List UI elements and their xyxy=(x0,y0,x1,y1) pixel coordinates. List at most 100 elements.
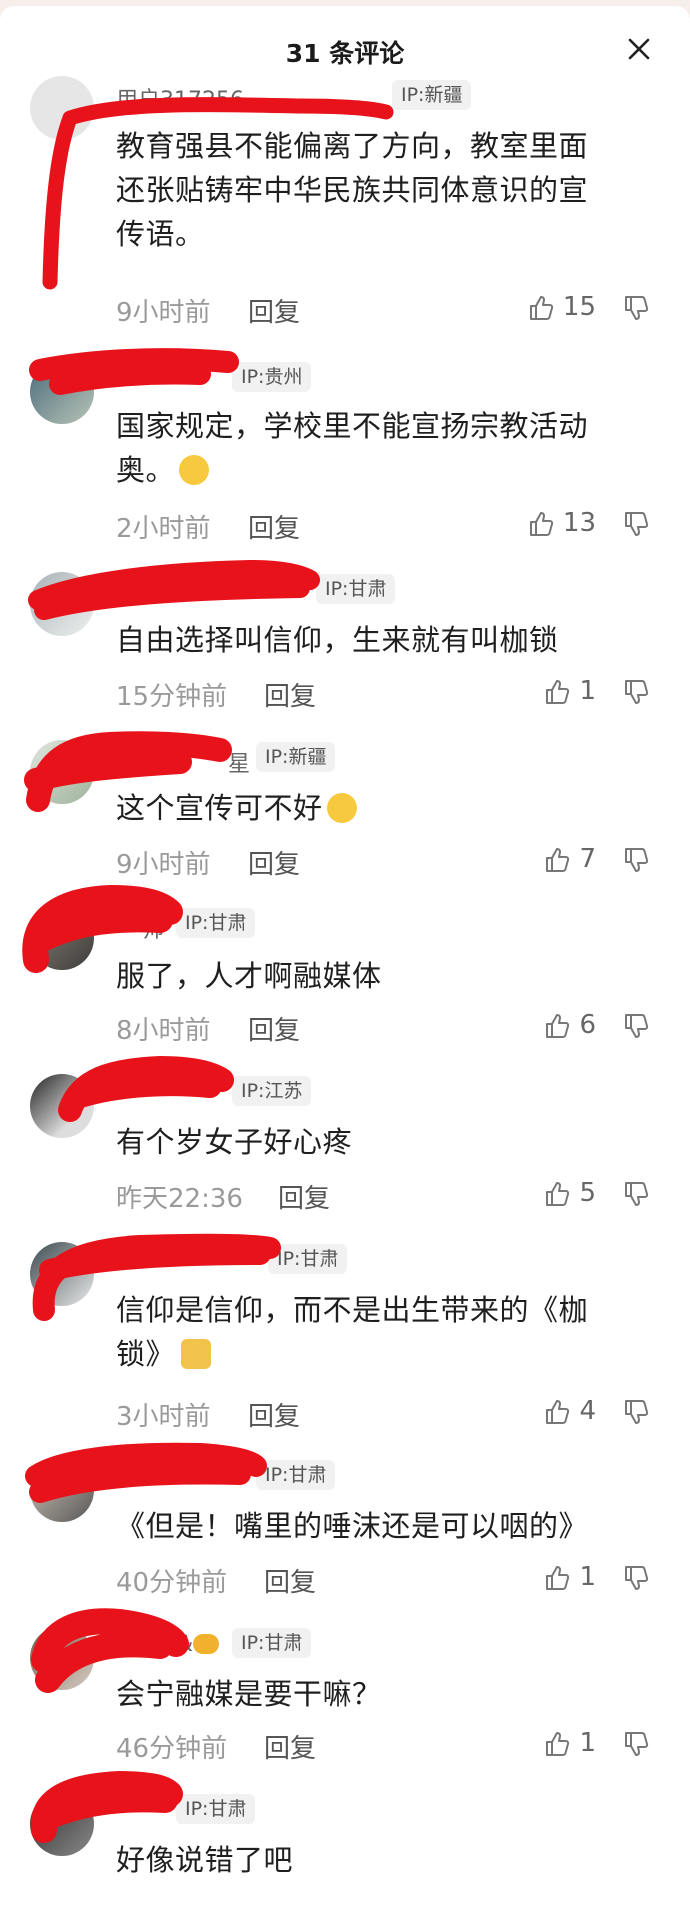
like-count: 1 xyxy=(579,1562,596,1592)
comment-time: 9小时前 xyxy=(116,850,211,880)
comment-username[interactable]: & xyxy=(176,1632,220,1660)
comment-text-line: 奥。 xyxy=(116,453,176,487)
avatar[interactable] xyxy=(30,1074,94,1138)
comment-username[interactable]: 帅 xyxy=(142,912,164,943)
avatar[interactable] xyxy=(30,1626,94,1690)
like-button[interactable]: 6 xyxy=(543,1010,596,1040)
thumbs-down-icon[interactable] xyxy=(622,1012,652,1042)
like-count: 6 xyxy=(579,1010,596,1040)
ip-location-badge: IP:新疆 xyxy=(256,742,336,772)
close-icon[interactable] xyxy=(622,32,656,66)
like-button[interactable]: 13 xyxy=(527,508,596,538)
thumbs-up-icon xyxy=(546,1181,570,1206)
like-count: 1 xyxy=(579,676,596,706)
like-button[interactable]: 7 xyxy=(543,844,596,874)
avatar[interactable] xyxy=(30,360,94,424)
comment-username[interactable]: 用户317256... xyxy=(116,82,265,113)
avatar[interactable] xyxy=(30,740,94,804)
comments-count-title: 31 条评论 xyxy=(285,39,405,68)
comment-text-line: 会宁融媒是要干嘛？ xyxy=(116,1677,382,1711)
like-count: 4 xyxy=(579,1396,596,1426)
thumbs-down-icon[interactable] xyxy=(622,846,652,876)
thumbs-up-icon xyxy=(546,1565,570,1590)
thumbs-down-icon[interactable] xyxy=(622,510,652,540)
ip-location-badge: IP:江苏 xyxy=(232,1076,312,1106)
like-count: 1 xyxy=(579,1728,596,1758)
thumbs-up-icon xyxy=(546,1731,570,1756)
comment-username[interactable]: 星 xyxy=(228,746,250,777)
like-count: 5 xyxy=(579,1178,596,1208)
avatar[interactable] xyxy=(30,1792,94,1856)
thumbs-down-icon[interactable] xyxy=(622,294,652,324)
avatar[interactable] xyxy=(30,76,94,140)
thumbs-down-icon[interactable] xyxy=(622,1730,652,1760)
comment-text: 信仰是信仰，而不是出生带来的《枷 锁》 xyxy=(116,1288,656,1376)
reply-button[interactable]: 回复 xyxy=(248,1396,300,1433)
thumbs-up-icon xyxy=(546,1013,570,1038)
comment-text: 会宁融媒是要干嘛？ xyxy=(116,1672,656,1716)
thumbs-down-icon[interactable] xyxy=(622,1564,652,1594)
avatar[interactable] xyxy=(30,1458,94,1522)
like-count: 7 xyxy=(579,844,596,874)
thumbs-up-icon xyxy=(546,847,570,872)
reply-button[interactable]: 回复 xyxy=(264,1728,316,1765)
comment-time: 9小时前 xyxy=(116,298,211,328)
laughing-crying-emoji-icon xyxy=(179,455,210,485)
comment-text-line: 《但是！嘴里的唾沫还是可以咽的》 xyxy=(116,1509,589,1543)
comment-text-line: 教育强县不能偏离了方向，教室里面 xyxy=(116,129,589,163)
ip-location-badge: IP:甘肃 xyxy=(176,1794,256,1824)
comment-text: 服了，人才啊融媒体 xyxy=(116,954,656,998)
comment-text: 有个岁女子好心疼 xyxy=(116,1120,656,1164)
comment-text-line: 传语。 xyxy=(116,217,205,251)
like-button[interactable]: 5 xyxy=(543,1178,596,1208)
comment-text-line: 信仰是信仰，而不是出生带来的《枷 xyxy=(116,1293,589,1327)
like-button[interactable]: 1 xyxy=(543,1562,596,1592)
avatar[interactable] xyxy=(30,1242,94,1306)
ip-location-badge: IP:新疆 xyxy=(392,80,472,110)
comment-text: 自由选择叫信仰，生来就有叫枷锁 xyxy=(116,618,656,662)
reply-button[interactable]: 回复 xyxy=(278,1178,330,1215)
comment-text-line: 自由选择叫信仰，生来就有叫枷锁 xyxy=(116,623,559,657)
reply-button[interactable]: 回复 xyxy=(264,676,316,713)
comment-time: 3小时前 xyxy=(116,1402,211,1432)
like-button[interactable]: 1 xyxy=(543,676,596,706)
fish-emoji-icon xyxy=(193,1634,220,1654)
username-text: & xyxy=(176,1632,194,1657)
thumbs-up-icon xyxy=(529,511,553,536)
reply-button[interactable]: 回复 xyxy=(248,508,300,545)
thumbs-up-icon xyxy=(546,1399,570,1424)
like-count: 13 xyxy=(562,508,596,538)
like-count: 15 xyxy=(562,292,596,322)
comment-time: 2小时前 xyxy=(116,514,211,544)
comment-text: 教育强县不能偏离了方向，教室里面 还张贴铸牢中华民族共同体意识的宣 传语。 xyxy=(116,124,656,256)
comment-time: 昨天22:36 xyxy=(116,1184,243,1214)
reply-button[interactable]: 回复 xyxy=(248,292,300,329)
avatar[interactable] xyxy=(30,906,94,970)
reply-button[interactable]: 回复 xyxy=(248,844,300,881)
thumbs-up-icon xyxy=(546,679,570,704)
like-button[interactable]: 1 xyxy=(543,1728,596,1758)
reply-button[interactable]: 回复 xyxy=(248,1010,300,1047)
rolling-laugh-emoji-icon xyxy=(326,793,357,823)
avatar[interactable] xyxy=(30,572,94,636)
comment-text-line: 有个岁女子好心疼 xyxy=(116,1125,353,1159)
comment-text: 好像说错了吧 xyxy=(116,1838,656,1882)
comment-text-line: 这个宣传可不好 xyxy=(116,791,323,825)
ip-location-badge: IP:贵州 xyxy=(232,362,312,392)
thumbs-up-icon xyxy=(529,295,553,320)
like-button[interactable]: 15 xyxy=(527,292,596,322)
comment-time: 8小时前 xyxy=(116,1016,211,1046)
like-button[interactable]: 4 xyxy=(543,1396,596,1426)
thumbs-down-icon[interactable] xyxy=(622,1180,652,1210)
comment-time: 15分钟前 xyxy=(116,682,228,712)
ip-location-badge: IP:甘肃 xyxy=(256,1460,336,1490)
ip-location-badge: IP:甘肃 xyxy=(176,908,256,938)
reply-button[interactable]: 回复 xyxy=(264,1562,316,1599)
thumbs-down-icon[interactable] xyxy=(622,678,652,708)
comment-text: 国家规定，学校里不能宣扬宗教活动 奥。 xyxy=(116,404,656,492)
ip-location-badge: IP:甘肃 xyxy=(316,574,396,604)
ip-location-badge: IP:甘肃 xyxy=(268,1244,348,1274)
comment-text: 这个宣传可不好 xyxy=(116,786,656,830)
comments-header: 31 条评论 xyxy=(0,6,690,102)
thumbs-down-icon[interactable] xyxy=(622,1398,652,1428)
